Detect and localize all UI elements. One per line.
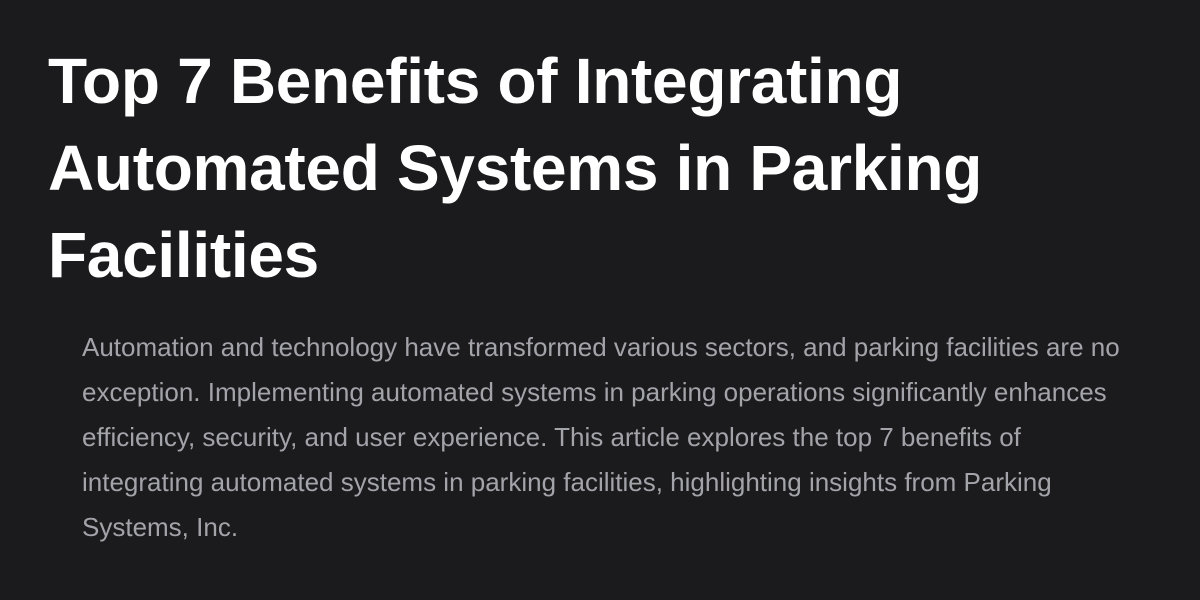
article-title: Top 7 Benefits of Integrating Automated … (48, 45, 983, 291)
article-excerpt: Automation and technology have transform… (82, 332, 1120, 542)
article-card: Top 7 Benefits of Integrating Automated … (0, 0, 1200, 600)
